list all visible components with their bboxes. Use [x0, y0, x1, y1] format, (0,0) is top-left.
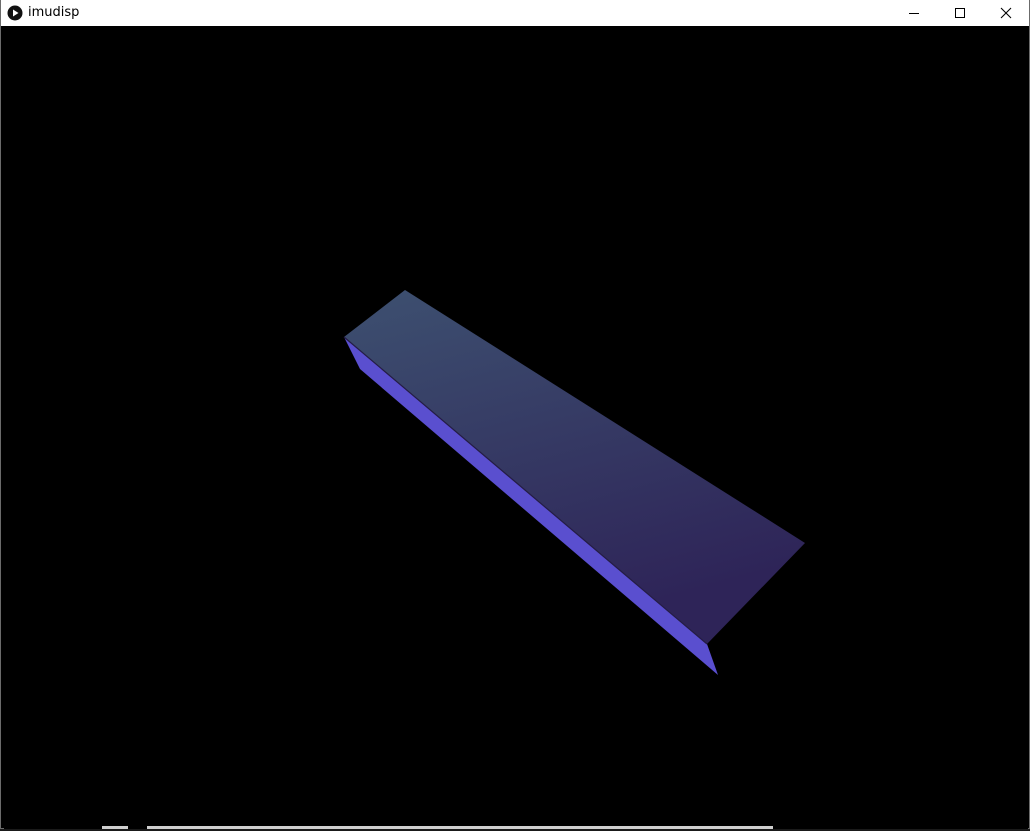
minimize-button[interactable]: [891, 0, 937, 26]
title-bar[interactable]: imudisp: [1, 0, 1029, 26]
maximize-button[interactable]: [937, 0, 983, 26]
play-circle-icon: [7, 5, 23, 21]
close-icon: [1000, 7, 1012, 19]
close-button[interactable]: [983, 0, 1029, 26]
maximize-icon: [955, 8, 965, 18]
render-viewport[interactable]: [4, 26, 1028, 826]
window-title: imudisp: [28, 5, 80, 20]
3d-scene: [343, 290, 805, 675]
block-top-face: [344, 290, 805, 644]
app-window: imudisp: [0, 0, 1030, 829]
window-controls: [891, 0, 1029, 26]
minimize-icon: [909, 13, 919, 14]
